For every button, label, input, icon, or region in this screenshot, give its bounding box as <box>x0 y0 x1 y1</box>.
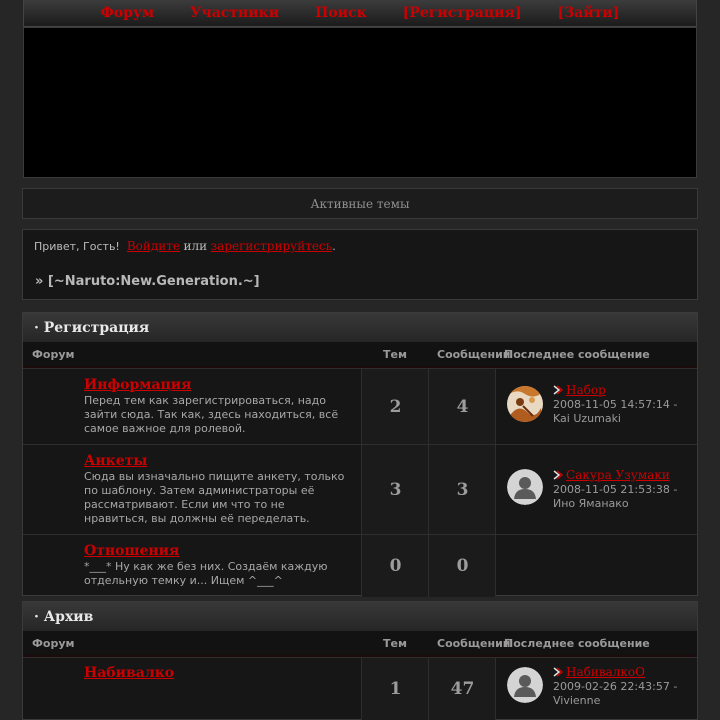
category-title[interactable]: · Регистрация <box>23 313 697 343</box>
col-last-post: Последнее сообщение <box>504 637 650 650</box>
forum-row: Отношения *___* Ну как же без них. Созда… <box>23 534 697 597</box>
last-post-time: 2008-11-05 14:57:14 - <box>553 398 678 411</box>
forum-row: Анкеты Сюда вы изначально пищите анкету,… <box>23 444 697 534</box>
last-post-author: Ино Яманако <box>553 497 629 510</box>
topic-count: 2 <box>361 369 429 444</box>
category-archive: · Архив Форум Тем Сообщений Последнее со… <box>22 601 698 720</box>
arrow-right-icon <box>553 667 564 677</box>
last-post: Сакура Узумаки 2008-11-05 21:53:38 - Ино… <box>495 445 697 534</box>
default-avatar-icon <box>507 667 543 703</box>
forum-title-link[interactable]: Набивалко <box>84 665 174 681</box>
avatar <box>507 386 543 422</box>
last-post: Набор 2008-11-05 14:57:14 - Kai Uzumaki <box>495 369 697 444</box>
col-topics: Тем <box>383 637 407 650</box>
forum-description: Перед тем как зарегистрироваться, надо з… <box>84 394 339 435</box>
col-topics: Тем <box>383 348 407 361</box>
nav-login-link[interactable]: [Зайти] <box>558 5 620 21</box>
nav-forum-link[interactable]: Форум <box>101 5 155 21</box>
register-link[interactable]: зарегистрируйтесь <box>211 239 333 253</box>
greeting-suffix: . <box>332 240 336 253</box>
topic-count: 0 <box>361 535 429 597</box>
last-post-author: Vivienne <box>553 694 601 707</box>
forum-description: Сюда вы изначально пищите анкету, только… <box>84 470 345 525</box>
last-topic-link[interactable]: Сакура Узумаки <box>566 468 670 482</box>
forum-row: Набивалко 1 47 НабивалкоО 2009-02-26 22:… <box>23 657 697 720</box>
col-last-post: Последнее сообщение <box>504 348 650 361</box>
nav-register-link[interactable]: [Регистрация] <box>403 5 522 21</box>
forum-title-link[interactable]: Анкеты <box>84 453 147 469</box>
topic-count: 3 <box>361 445 429 534</box>
category-registration: · Регистрация Форум Тем Сообщений Послед… <box>22 312 698 597</box>
greeting-line: Привет, Гость! Войдите или зарегистрируй… <box>34 239 336 253</box>
category-title[interactable]: · Архив <box>23 602 697 632</box>
forum-info: Информация Перед тем как зарегистрироват… <box>23 369 361 444</box>
forum-description: *___* Ну как же без них. Создаём каждую … <box>84 560 328 587</box>
active-topics-link[interactable]: Активные темы <box>22 188 698 219</box>
default-avatar-icon <box>507 469 543 505</box>
col-posts: Сообщений <box>437 637 511 650</box>
login-link[interactable]: Войдите <box>127 239 180 253</box>
post-count: 47 <box>428 658 496 720</box>
column-headers: Форум Тем Сообщений Последнее сообщение <box>23 343 697 368</box>
forum-title-link[interactable]: Отношения <box>84 543 179 559</box>
column-headers: Форум Тем Сообщений Последнее сообщение <box>23 632 697 657</box>
forum-info: Отношения *___* Ну как же без них. Созда… <box>23 535 361 597</box>
forum-row: Информация Перед тем как зарегистрироват… <box>23 368 697 444</box>
board-breadcrumb[interactable]: » [~Naruto:New.Generation.~] <box>35 274 260 289</box>
topic-count: 1 <box>361 658 429 720</box>
nav-members-link[interactable]: Участники <box>190 5 279 21</box>
last-topic-link[interactable]: Набор <box>566 383 606 397</box>
post-count: 3 <box>428 445 496 534</box>
last-topic-link[interactable]: НабивалкоО <box>566 665 645 679</box>
welcome-panel: Привет, Гость! Войдите или зарегистрируй… <box>22 229 698 300</box>
greeting-text: Привет, Гость! <box>34 240 120 253</box>
last-post <box>495 535 697 597</box>
nav-search-link[interactable]: Поиск <box>315 5 367 21</box>
last-post-info: НабивалкоО 2009-02-26 22:43:57 - Vivienn… <box>553 665 693 708</box>
header-banner <box>23 27 697 178</box>
arrow-right-icon <box>553 385 564 395</box>
col-posts: Сообщений <box>437 348 511 361</box>
post-count: 4 <box>428 369 496 444</box>
top-nav: Форум Участники Поиск [Регистрация] [Зай… <box>23 0 697 27</box>
last-post-time: 2009-02-26 22:43:57 - <box>553 680 678 693</box>
last-post-info: Набор 2008-11-05 14:57:14 - Kai Uzumaki <box>553 383 693 426</box>
col-forum: Форум <box>32 637 75 650</box>
arrow-right-icon <box>553 470 564 480</box>
forum-info: Анкеты Сюда вы изначально пищите анкету,… <box>23 445 361 534</box>
last-post-time: 2008-11-05 21:53:38 - <box>553 483 678 496</box>
greeting-or: или <box>183 239 208 253</box>
col-forum: Форум <box>32 348 75 361</box>
last-post: НабивалкоО 2009-02-26 22:43:57 - Vivienn… <box>495 658 697 720</box>
last-post-author: Kai Uzumaki <box>553 412 621 425</box>
post-count: 0 <box>428 535 496 597</box>
forum-info: Набивалко <box>23 658 361 720</box>
forum-title-link[interactable]: Информация <box>84 377 192 393</box>
last-post-info: Сакура Узумаки 2008-11-05 21:53:38 - Ино… <box>553 468 693 511</box>
